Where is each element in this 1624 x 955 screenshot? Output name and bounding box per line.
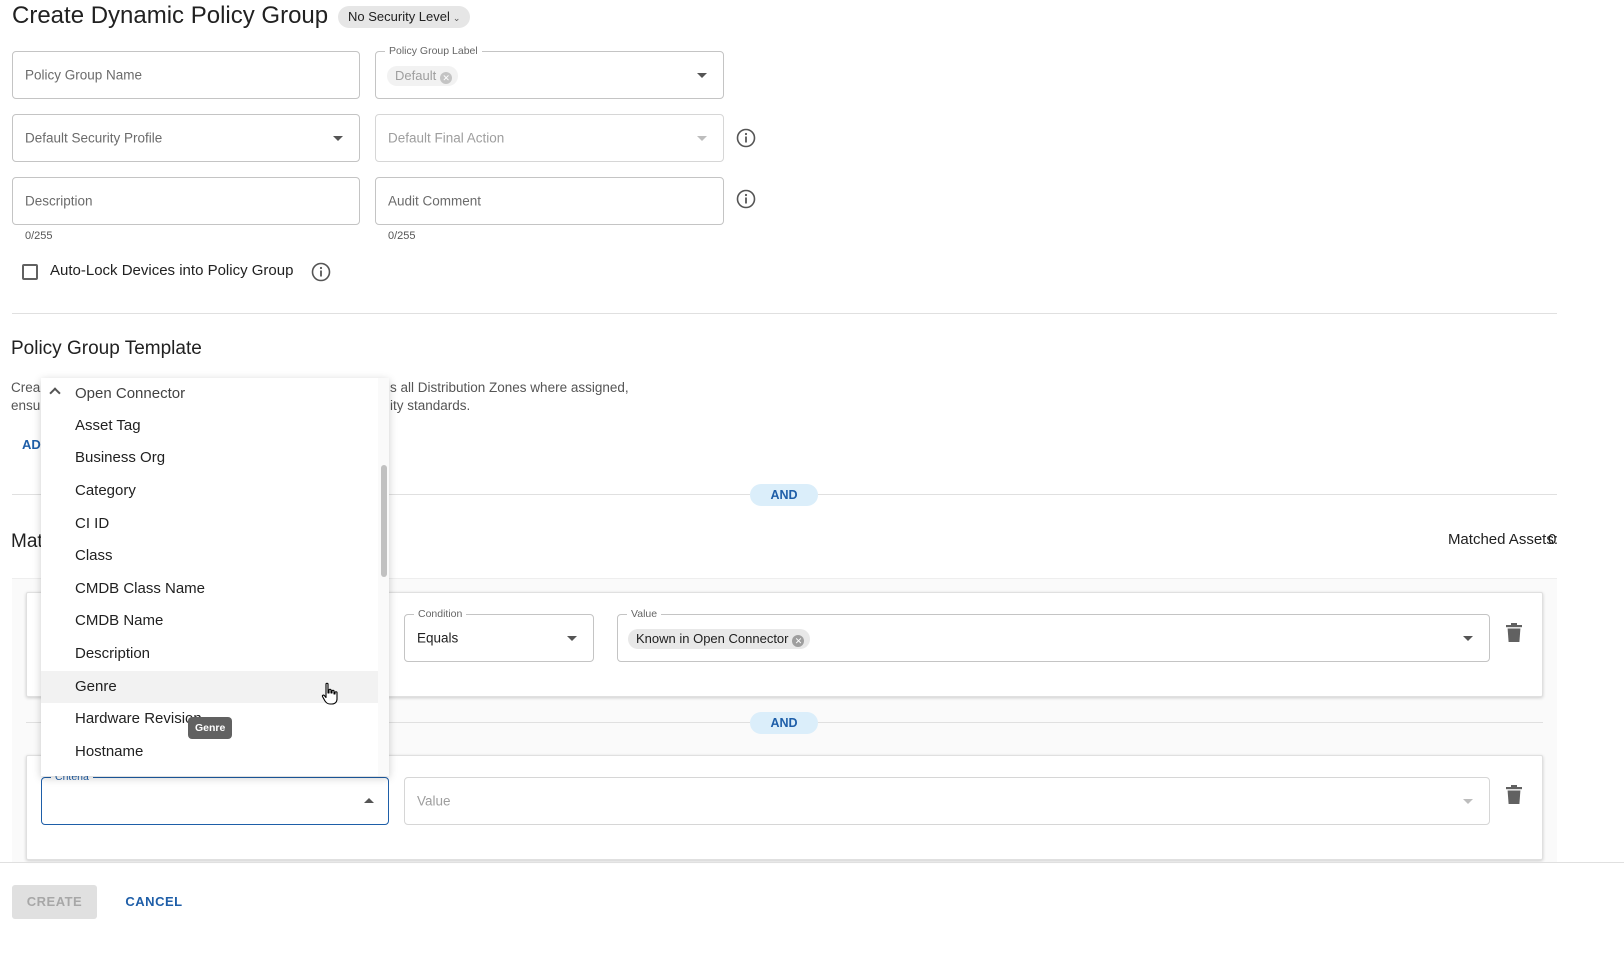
value-label: Value — [627, 608, 662, 620]
menu-scrollbar-thumb[interactable] — [381, 465, 387, 577]
caret-down-icon — [567, 636, 577, 641]
audit-comment-counter: 0/255 — [388, 230, 416, 242]
auto-lock-checkbox[interactable] — [22, 264, 38, 280]
condition-value: Equals — [417, 630, 459, 646]
caret-down-icon — [697, 73, 707, 78]
caret-down-icon — [697, 136, 707, 141]
menu-item[interactable]: Class — [41, 540, 378, 572]
footer-divider — [0, 862, 1624, 863]
auto-lock-label: Auto-Lock Devices into Policy Group — [50, 262, 294, 279]
chevron-down-icon: ⌄ — [452, 13, 461, 23]
matching-section-title: Mat — [11, 531, 43, 552]
condition-select[interactable]: Condition Equals — [404, 608, 594, 662]
create-button[interactable]: CREATE — [12, 885, 97, 919]
policy-group-label-label: Policy Group Label — [385, 45, 482, 57]
caret-down-icon — [1463, 799, 1473, 804]
caret-down-icon — [333, 136, 343, 141]
value-chip-text: Known in Open Connector — [636, 631, 789, 646]
default-security-profile-placeholder: Default Security Profile — [25, 130, 163, 146]
menu-item[interactable]: CMDB Class Name — [41, 573, 378, 605]
menu-scrollbar-track[interactable] — [378, 378, 389, 776]
menu-item[interactable]: Hostname — [41, 736, 378, 768]
matched-assets-count: 0 — [1548, 531, 1557, 548]
policy-group-label-select[interactable]: Policy Group Label Default ✕ — [375, 45, 724, 99]
section-divider — [12, 313, 1557, 314]
add-template-link[interactable]: AD — [22, 437, 41, 452]
menu-item[interactable]: CI ID — [41, 508, 378, 540]
policy-group-name-input[interactable]: Policy Group Name — [12, 51, 360, 99]
info-icon[interactable] — [311, 262, 331, 282]
menu-item[interactable]: Asset Tag — [41, 410, 378, 442]
tooltip: Genre — [188, 717, 233, 739]
close-icon[interactable]: ✕ — [440, 72, 453, 84]
caret-down-icon — [1463, 636, 1473, 641]
and-pill: AND — [750, 484, 818, 506]
value-placeholder: Value — [417, 793, 451, 809]
menu-group-open-connector[interactable]: Open Connector — [41, 378, 378, 410]
condition-label: Condition — [414, 608, 467, 620]
policy-group-name-placeholder: Policy Group Name — [25, 67, 143, 83]
criteria-select[interactable]: Criteria — [41, 771, 389, 825]
template-desc-line1-start: Crea — [11, 380, 41, 395]
caret-up-icon — [364, 798, 374, 803]
template-desc-line2-end: ity standards. — [390, 398, 471, 413]
template-desc-line1-end: s all Distribution Zones where assigned, — [390, 380, 629, 395]
menu-item[interactable]: CMDB Name — [41, 605, 378, 637]
menu-group-label: Open Connector — [75, 385, 186, 402]
security-level-label: No Security Level — [348, 9, 450, 24]
and-pill: AND — [750, 712, 818, 734]
audit-comment-placeholder: Audit Comment — [388, 193, 482, 209]
matched-assets-label: Matched Assets: — [1447, 531, 1558, 548]
cancel-button[interactable]: CANCEL — [118, 885, 190, 919]
info-icon[interactable] — [736, 189, 756, 209]
template-section-title: Policy Group Template — [11, 338, 202, 359]
trash-icon[interactable] — [1505, 623, 1523, 643]
default-final-action-placeholder: Default Final Action — [388, 130, 505, 146]
page-title: Create Dynamic Policy Group — [12, 2, 329, 29]
default-label-chip[interactable]: Default ✕ — [387, 66, 459, 86]
security-level-dropdown[interactable]: No Security Level ⌄ — [338, 6, 471, 28]
default-final-action-select[interactable]: Default Final Action — [375, 114, 724, 162]
template-desc-line2-start: ensu — [11, 398, 41, 413]
default-label-chip-text: Default — [395, 68, 437, 83]
default-security-profile-select[interactable]: Default Security Profile — [12, 114, 360, 162]
value-select[interactable]: Value Known in Open Connector ✕ — [617, 608, 1490, 662]
description-counter: 0/255 — [25, 230, 53, 242]
menu-item[interactable]: Business Org — [41, 442, 378, 474]
close-icon[interactable]: ✕ — [792, 635, 805, 647]
hand-cursor-icon — [321, 682, 338, 705]
description-input[interactable]: Description — [12, 177, 360, 225]
info-icon[interactable] — [736, 128, 756, 148]
menu-item[interactable]: Category — [41, 475, 378, 507]
audit-comment-input[interactable]: Audit Comment — [375, 177, 724, 225]
description-placeholder: Description — [25, 193, 93, 209]
chevron-up-icon — [49, 387, 61, 399]
trash-icon[interactable] — [1505, 785, 1523, 805]
menu-item[interactable]: Description — [41, 638, 378, 670]
value-chip[interactable]: Known in Open Connector ✕ — [628, 629, 811, 649]
value-select-disabled[interactable]: Value — [404, 777, 1490, 825]
